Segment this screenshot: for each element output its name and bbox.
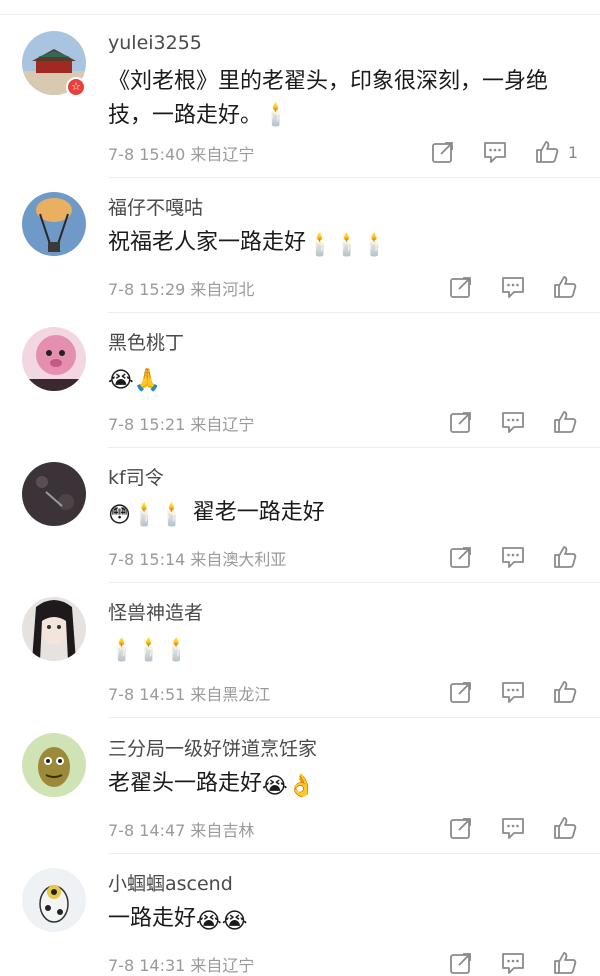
comment-actions (422, 544, 578, 570)
comment-icon[interactable] (500, 950, 526, 976)
comment-divider (108, 582, 600, 583)
thumbs-up-icon[interactable] (552, 815, 578, 841)
crying-ok-emoji: 😭👌 (262, 774, 316, 799)
candle-emoji: 🕯️🕯️🕯️ (108, 638, 191, 663)
avatar[interactable] (22, 462, 86, 526)
comment-location: 来自辽宁 (190, 415, 255, 434)
thumbs-up-icon[interactable] (552, 679, 578, 705)
candle-emoji: 🕯️🕯️🕯️ (306, 233, 389, 258)
comment-actions (422, 950, 578, 976)
comment-meta: 7-8 14:31 来自辽宁 (108, 952, 254, 976)
comment-meta: 7-8 15:40 来自辽宁 (108, 141, 254, 165)
comment-text: 🕯️🕯️🕯️ (108, 631, 586, 665)
share-icon[interactable] (430, 139, 456, 165)
comment-location: 来自黑龙江 (190, 685, 271, 704)
share-icon[interactable] (448, 950, 474, 976)
like-count: 1 (567, 142, 578, 162)
thumbs-up-icon[interactable] (552, 409, 578, 435)
username[interactable]: kf司令 (108, 463, 164, 490)
comment-time: 7-8 15:29 (108, 280, 186, 299)
comment-actions (422, 274, 578, 300)
thumbs-up-icon[interactable] (552, 544, 578, 570)
comment-meta: 7-8 15:29 来自河北 (108, 276, 254, 300)
username[interactable]: 三分局一级好饼道烹饪家 (108, 734, 317, 761)
comment-meta: 7-8 14:51 来自黑龙江 (108, 681, 270, 705)
comment-text: 一路走好😭😭 (108, 902, 586, 936)
comment-text: 😭🙏 (108, 361, 586, 395)
comment-divider (108, 312, 600, 313)
comment-divider (108, 177, 600, 178)
comment-location: 来自辽宁 (190, 145, 255, 164)
avatar[interactable] (22, 733, 86, 797)
comment-meta: 7-8 15:21 来自辽宁 (108, 411, 254, 435)
share-icon[interactable] (448, 274, 474, 300)
thumbs-up-icon[interactable] (534, 139, 560, 165)
comment-meta: 7-8 15:14 来自澳大利亚 (108, 546, 286, 570)
comment-time: 7-8 15:40 (108, 145, 186, 164)
comment-location: 来自澳大利亚 (190, 550, 287, 569)
avatar[interactable] (22, 597, 86, 661)
avatar[interactable] (22, 868, 86, 932)
thumbs-up-icon[interactable] (552, 950, 578, 976)
comment-icon[interactable] (482, 139, 508, 165)
comment-time: 7-8 15:14 (108, 550, 186, 569)
comment-text-body: 一路走好 (108, 906, 197, 931)
comment-divider (108, 717, 600, 718)
comment-text-body: 祝福老人家一路走好 (108, 230, 307, 255)
comment-text: 《刘老根》里的老翟头，印象很深刻，一身绝技，一路走好。🕯️ (108, 69, 549, 128)
comment-icon[interactable] (500, 274, 526, 300)
crying-praying-emoji: 😭🙏 (108, 368, 162, 393)
comment-time: 7-8 14:51 (108, 685, 186, 704)
username[interactable]: 福仔不嘎咕 (108, 193, 203, 220)
comment-text: 😳🕯️🕯️ 翟老一路走好 (108, 496, 586, 530)
thumbs-up-icon[interactable] (552, 274, 578, 300)
share-icon[interactable] (448, 815, 474, 841)
verified-badge-icon: ☆ (66, 77, 86, 97)
comment-actions: 1 (404, 139, 578, 165)
comment-text: 老翟头一路走好😭👌 (108, 767, 586, 801)
comment-icon[interactable] (500, 409, 526, 435)
comment-icon[interactable] (500, 544, 526, 570)
username[interactable]: 怪兽神造者 (108, 598, 203, 625)
comment-time: 7-8 15:21 (108, 415, 186, 434)
comment-location: 来自吉林 (190, 821, 255, 840)
share-icon[interactable] (448, 679, 474, 705)
comment-text-body: 老翟头一路走好 (108, 771, 263, 796)
crying-emoji: 😭😭 (196, 909, 248, 934)
comment-text: 祝福老人家一路走好🕯️🕯️🕯️ (108, 226, 586, 260)
username[interactable]: 小蝈蝈ascend (108, 869, 233, 896)
comment-time: 7-8 14:31 (108, 956, 186, 975)
comment-icon[interactable] (500, 815, 526, 841)
username[interactable]: yulei3255 (108, 32, 202, 54)
comment-actions (422, 409, 578, 435)
comment-meta: 7-8 14:47 来自吉林 (108, 817, 254, 841)
share-icon[interactable] (448, 544, 474, 570)
comment-divider (108, 853, 600, 854)
share-icon[interactable] (448, 409, 474, 435)
comment-divider (108, 447, 600, 448)
comment-actions (422, 815, 578, 841)
top-divider (0, 14, 600, 15)
avatar[interactable] (22, 327, 86, 391)
username[interactable]: 黑色桃丁 (108, 328, 184, 355)
comment-location: 来自辽宁 (190, 956, 255, 975)
comment-text-body: 翟老一路走好 (192, 500, 325, 525)
avatar[interactable] (22, 192, 86, 256)
comment-icon[interactable] (500, 679, 526, 705)
flushed-candle-emoji: 😳🕯️🕯️ (108, 503, 186, 528)
comment-actions (422, 679, 578, 705)
comment-time: 7-8 14:47 (108, 821, 186, 840)
comment-location: 来自河北 (190, 280, 255, 299)
